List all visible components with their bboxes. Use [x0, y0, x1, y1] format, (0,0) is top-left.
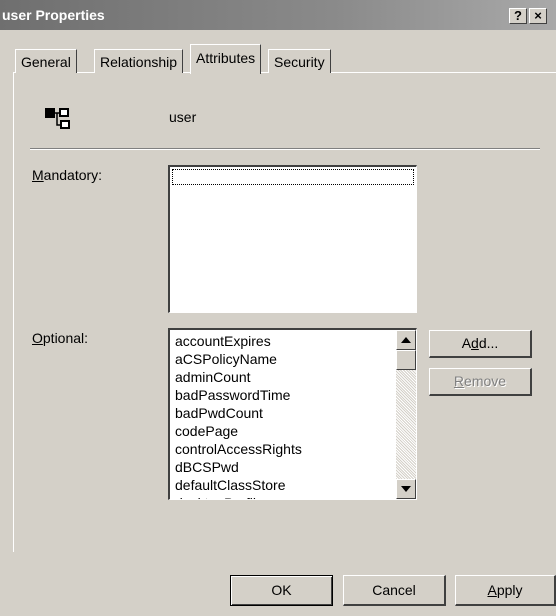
ok-button[interactable]: OK [230, 575, 333, 606]
list-item[interactable]: defaultClassStore [175, 476, 302, 494]
class-name: user [169, 109, 197, 125]
focus-rectangle [172, 169, 414, 185]
help-button[interactable]: ? [509, 8, 527, 24]
window-title: user Properties [2, 7, 105, 23]
scroll-down-button[interactable] [396, 479, 416, 499]
class-schema-icon [45, 108, 70, 129]
optional-list: accountExpires aCSPolicyName adminCount … [175, 332, 302, 499]
optional-listbox[interactable]: accountExpires aCSPolicyName adminCount … [168, 328, 417, 500]
cancel-button[interactable]: Cancel [343, 575, 446, 606]
list-item[interactable]: accountExpires [175, 332, 302, 350]
tab-attributes[interactable]: Attributes [190, 44, 262, 74]
list-item[interactable]: badPasswordTime [175, 386, 302, 404]
list-item[interactable]: controlAccessRights [175, 440, 302, 458]
optional-label: Optional: [32, 330, 89, 346]
list-item[interactable]: codePage [175, 422, 302, 440]
list-item[interactable]: desktopProfile [175, 494, 302, 499]
arrow-up-icon [401, 337, 411, 343]
arrow-down-icon [401, 486, 411, 492]
list-item[interactable]: dBCSPwd [175, 458, 302, 476]
separator [30, 148, 540, 150]
scroll-up-button[interactable] [396, 330, 416, 350]
remove-button[interactable]: Remove [429, 368, 532, 396]
tab-relationship[interactable]: Relationship [94, 49, 184, 73]
title-bar[interactable]: user Properties ? × [0, 0, 556, 30]
vertical-scrollbar[interactable] [396, 330, 416, 499]
scroll-thumb[interactable] [396, 350, 416, 370]
mandatory-label: Mandatory: [32, 167, 103, 183]
list-item[interactable]: aCSPolicyName [175, 350, 302, 368]
list-item[interactable]: badPwdCount [175, 404, 302, 422]
tab-security[interactable]: Security [268, 49, 331, 73]
tab-general[interactable]: General [15, 49, 77, 73]
close-button[interactable]: × [529, 8, 547, 24]
mandatory-listbox[interactable] [168, 165, 417, 313]
apply-button[interactable]: Apply [455, 575, 556, 606]
add-button[interactable]: Add... [429, 330, 532, 358]
list-item[interactable]: adminCount [175, 368, 302, 386]
